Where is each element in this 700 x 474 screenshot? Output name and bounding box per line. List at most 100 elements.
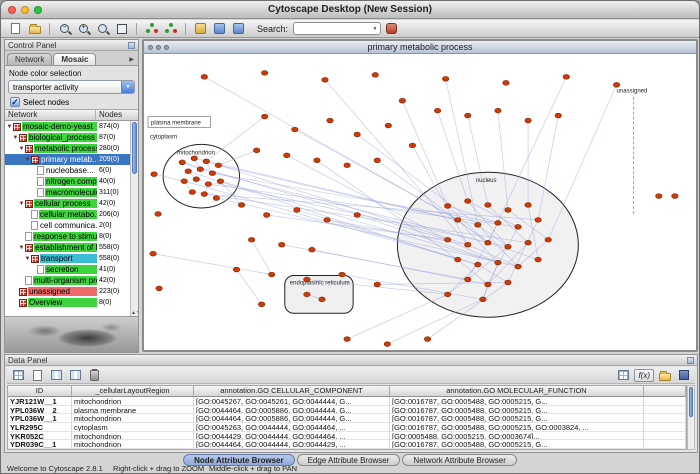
network-node[interactable] <box>385 123 391 128</box>
network-node[interactable] <box>324 217 330 222</box>
tree-row[interactable]: cellular metabo...206(0) <box>5 209 130 220</box>
tree-column-nodes[interactable]: Nodes <box>96 110 138 120</box>
tree-item-label[interactable]: establishment of l... <box>34 243 97 252</box>
network-node[interactable] <box>215 163 221 168</box>
network-node[interactable] <box>515 224 521 229</box>
network-node[interactable] <box>495 108 501 113</box>
network-node[interactable] <box>465 113 471 118</box>
network-node[interactable] <box>156 286 162 291</box>
network-node[interactable] <box>248 237 254 242</box>
table-cell[interactable]: [GO:0016787, GO:0005488, GO:0005215, G..… <box>390 397 644 406</box>
table-cell[interactable]: YPL036W__2 <box>8 406 72 415</box>
frame-minimize-icon[interactable] <box>156 45 161 50</box>
new-session-button[interactable] <box>7 21 24 36</box>
scrollbar-arrows-icon[interactable]: ▲▼ <box>131 310 138 316</box>
help-button[interactable] <box>383 21 400 36</box>
network-node[interactable] <box>563 74 569 79</box>
column-header[interactable]: annotation.GO MOLECULAR_FUNCTION <box>390 386 644 397</box>
network-node[interactable] <box>327 118 333 123</box>
function-builder-button[interactable]: f(x) <box>634 369 654 382</box>
table-cell[interactable]: cytoplasm <box>72 423 194 432</box>
zoom-fit-button[interactable] <box>113 21 130 36</box>
network-node[interactable] <box>201 74 207 79</box>
tree-item-label[interactable]: primary metab... <box>40 155 97 164</box>
float-panel-icon[interactable] <box>128 42 135 49</box>
network-overview-button[interactable] <box>162 21 179 36</box>
first-neighbors-button[interactable] <box>143 21 160 36</box>
network-node[interactable] <box>505 280 511 285</box>
network-node[interactable] <box>279 242 285 247</box>
network-node[interactable] <box>475 222 481 227</box>
network-node[interactable] <box>454 217 460 222</box>
tree-row[interactable]: macromolecule...311(0) <box>5 187 130 198</box>
tree-item-label[interactable]: cell communica... <box>39 221 97 230</box>
network-node[interactable] <box>233 267 239 272</box>
table-cell[interactable] <box>644 440 686 449</box>
network-node[interactable] <box>304 277 310 282</box>
network-node[interactable] <box>238 203 244 208</box>
tree-row[interactable]: ▼cellular process42(0) <box>5 198 130 209</box>
network-node[interactable] <box>179 160 185 165</box>
network-node[interactable] <box>151 172 157 177</box>
table-cell[interactable]: mitochondrion <box>72 432 194 441</box>
select-all-attributes-button[interactable] <box>67 368 84 383</box>
network-edge[interactable] <box>154 174 184 181</box>
network-view-titlebar[interactable]: primary metabolic process <box>144 41 696 54</box>
network-node[interactable] <box>322 77 328 82</box>
tree-item-label[interactable]: cellular process <box>34 199 97 208</box>
tab-mosaic[interactable]: Mosaic <box>53 53 96 65</box>
table-cell[interactable]: [GO:0016787, GO:0005488, GO:0005215, G..… <box>390 440 644 449</box>
network-node[interactable] <box>309 247 315 252</box>
network-edge[interactable] <box>387 299 483 344</box>
network-node[interactable] <box>525 240 531 245</box>
network-node[interactable] <box>263 213 269 218</box>
network-node[interactable] <box>505 244 511 249</box>
tree-scrollbar[interactable]: ▲▼ <box>130 121 138 316</box>
import-attributes-button[interactable] <box>656 368 673 383</box>
network-node[interactable] <box>399 98 405 103</box>
network-node[interactable] <box>209 171 215 176</box>
network-edge[interactable] <box>237 270 262 305</box>
network-node[interactable] <box>434 108 440 113</box>
network-node[interactable] <box>189 190 195 195</box>
network-node[interactable] <box>444 204 450 209</box>
network-node[interactable] <box>201 192 207 197</box>
network-node[interactable] <box>424 337 430 342</box>
table-cell[interactable]: YDR039C__1 <box>8 440 72 449</box>
select-attributes-button[interactable] <box>10 368 27 383</box>
table-cell[interactable] <box>644 423 686 432</box>
network-node[interactable] <box>150 251 156 256</box>
attribute-matrix-button[interactable] <box>615 368 632 383</box>
network-edge[interactable] <box>252 240 272 275</box>
tree-row[interactable]: multi-organism pro...42(0) <box>5 275 130 286</box>
tree-item-label[interactable]: nucleobase... <box>45 166 97 175</box>
network-node[interactable] <box>465 242 471 247</box>
network-node[interactable] <box>217 179 223 184</box>
network-node[interactable] <box>495 260 501 265</box>
clear-attributes-button[interactable] <box>86 368 103 383</box>
table-cell[interactable]: [GO:0005488, GO:0005215, GO:0003674]... <box>390 432 644 441</box>
tree-item-label[interactable]: transport <box>40 254 97 263</box>
expander-icon[interactable]: ▼ <box>18 201 25 207</box>
tree-row[interactable]: ▼mosaic-demo-yeast874(0) <box>5 121 130 132</box>
network-edge[interactable] <box>325 80 468 245</box>
tree-item-label[interactable]: response to stimul... <box>33 232 97 241</box>
table-cell[interactable]: mitochondrion <box>72 440 194 449</box>
table-cell[interactable]: [GO:0044429, GO:0044444, GO:0044464, ... <box>194 432 390 441</box>
tree-row[interactable]: ▼metabolic process280(0) <box>5 143 130 154</box>
table-cell[interactable]: plasma membrane <box>72 406 194 415</box>
tree-row[interactable]: nucleobase...6(0) <box>5 165 130 176</box>
network-node[interactable] <box>253 148 259 153</box>
network-node[interactable] <box>525 118 531 123</box>
network-node[interactable] <box>261 114 267 119</box>
network-node[interactable] <box>339 272 345 277</box>
tab-overflow-icon[interactable]: ▶ <box>129 56 136 65</box>
expander-icon[interactable]: ▼ <box>12 135 19 141</box>
tree-item-label[interactable]: biological_process <box>28 133 97 142</box>
network-node[interactable] <box>304 292 310 297</box>
tree-column-network[interactable]: Network <box>5 110 96 120</box>
network-node[interactable] <box>354 213 360 218</box>
network-node[interactable] <box>495 220 501 225</box>
network-node[interactable] <box>344 337 350 342</box>
network-node[interactable] <box>545 237 551 242</box>
